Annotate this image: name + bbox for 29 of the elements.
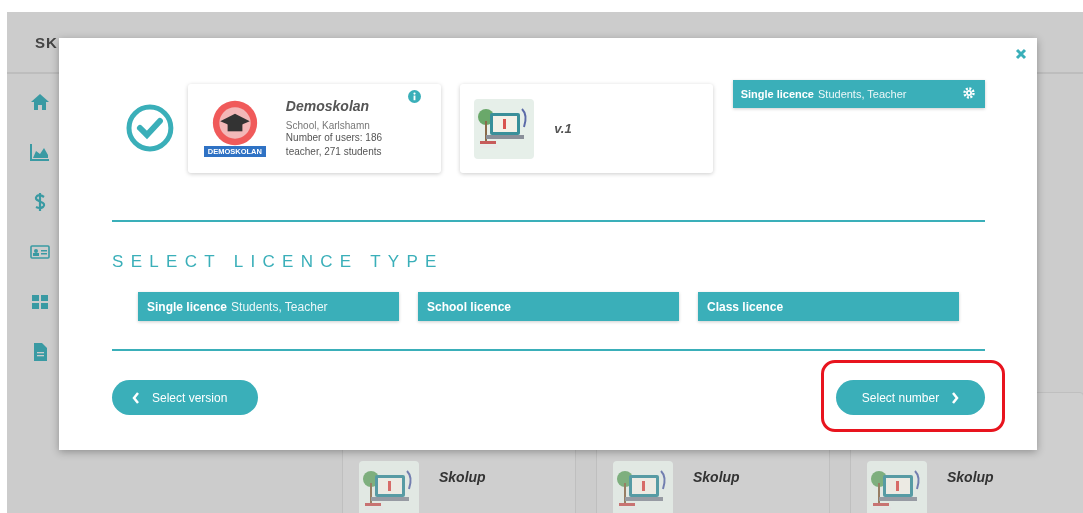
selected-licence-tag: Single licence Students, Teacher <box>732 80 985 108</box>
area-chart-icon[interactable] <box>29 142 50 162</box>
chevron-left-icon <box>132 391 140 404</box>
licence-option[interactable]: School licence <box>418 292 679 321</box>
product-title: Skolup <box>693 469 740 485</box>
laptop-drawing <box>359 461 419 513</box>
back-button[interactable]: Select version <box>112 380 258 415</box>
laptop-drawing <box>613 461 673 513</box>
grid-icon[interactable] <box>29 292 50 312</box>
licence-option[interactable]: Class licence <box>698 292 959 321</box>
laptop-drawing <box>867 461 927 513</box>
school-location: School, Karlshamn <box>285 120 371 131</box>
brand-name: SK <box>35 33 58 51</box>
product-title: Skolup <box>439 469 486 485</box>
id-card-icon[interactable] <box>29 242 50 262</box>
school-name: Demoskolan <box>285 98 371 114</box>
version-label: v.1 <box>554 121 572 136</box>
settings-icon[interactable] <box>963 87 975 99</box>
close-icon[interactable] <box>1015 48 1027 60</box>
laptop-drawing <box>474 98 535 159</box>
user-count: Number of users: 186 teacher, 271 students <box>285 131 384 159</box>
licence-option[interactable]: Single licence Students, Teacher <box>138 292 399 321</box>
info-icon[interactable] <box>408 90 422 103</box>
home-icon[interactable] <box>29 92 50 112</box>
next-button[interactable]: Select number <box>836 380 985 415</box>
check-circle-icon <box>125 103 175 153</box>
section-title: SELECT LICENCE TYPE <box>112 252 445 272</box>
chevron-right-icon <box>951 391 960 404</box>
product-title: Skolup <box>947 469 994 485</box>
